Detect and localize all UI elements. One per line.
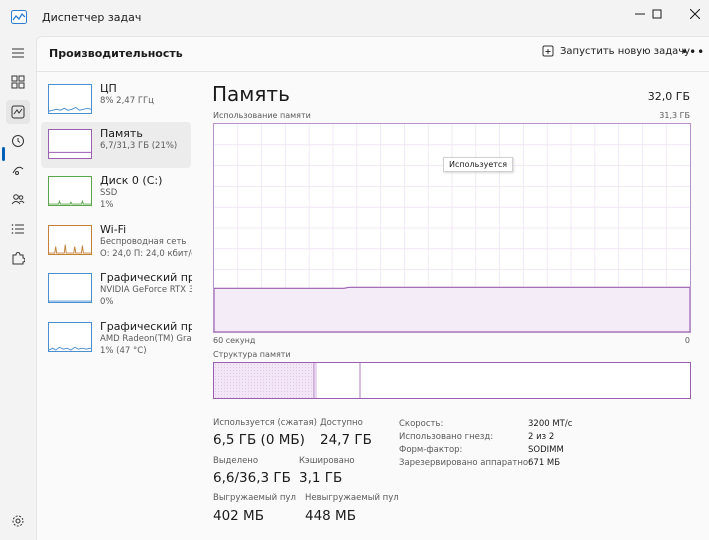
list-item-cpu[interactable]: ЦП 8% 2,47 ГГц (41, 77, 191, 123)
item-name: Память (100, 127, 143, 140)
cached-label: Кэшировано (299, 456, 355, 466)
form-factor-label: Форм-фактор: (399, 445, 463, 455)
details-list-icon (11, 224, 24, 234)
item-sub: 0% (100, 297, 114, 307)
list-item-disk[interactable]: Диск 0 (C:) SSD 1% (41, 169, 191, 215)
users-icon (11, 194, 25, 205)
item-sub: 8% 2,47 ГГц (100, 96, 154, 106)
memory-chart-svg (213, 124, 691, 333)
nav-processes[interactable] (6, 70, 30, 94)
memory-usage-area (213, 286, 691, 333)
chart-max-label: 31,3 ГБ (659, 111, 690, 120)
structure-label: Структура памяти (213, 350, 291, 359)
header-divider (37, 71, 709, 72)
hw-reserved-value: 671 МБ (528, 458, 561, 468)
committed-label: Выделено (213, 456, 259, 466)
performance-icon (11, 105, 25, 119)
list-item-gpu-0[interactable]: Графический про NVIDIA GeForce RTX 306 0… (41, 266, 192, 312)
processes-icon (11, 75, 25, 89)
more-options-button[interactable]: ••• (681, 45, 705, 59)
cached-value: 3,1 ГБ (299, 470, 343, 486)
structure-modified (315, 363, 317, 398)
available-label: Доступно (320, 418, 363, 428)
item-name: Графический про (100, 320, 192, 333)
item-name: Wi-Fi (100, 223, 127, 236)
hamburger-menu-button[interactable] (6, 41, 30, 65)
nav-settings[interactable] (6, 509, 30, 533)
nav-users[interactable] (6, 187, 30, 211)
nonpaged-pool-value: 448 МБ (305, 508, 356, 524)
committed-value: 6,6/36,3 ГБ (213, 470, 291, 486)
speed-value: 3200 MT/с (528, 419, 573, 429)
history-icon (12, 135, 24, 147)
hw-reserved-label: Зарезервировано аппаратно: (399, 458, 531, 468)
structure-in-use (214, 363, 314, 398)
run-task-icon (542, 45, 554, 57)
item-name: ЦП (100, 82, 117, 95)
item-sub: SSD (100, 188, 118, 198)
chart-tooltip: Используется (443, 157, 514, 172)
in-use-value: 6,5 ГБ (0 МБ) (213, 432, 305, 448)
page-title: Производительность (49, 47, 183, 60)
item-sub: AMD Radeon(TM) Graph (100, 334, 192, 344)
close-button[interactable] (672, 0, 709, 28)
memory-total: 32,0 ГБ (647, 90, 690, 103)
list-item-wifi[interactable]: Wi-Fi Беспроводная сеть О: 24,0 П: 24,0 … (41, 218, 192, 264)
memory-usage-chart (213, 123, 691, 333)
chart-label: Использование памяти (213, 111, 311, 120)
memory-sparkline (48, 129, 92, 159)
memory-title: Память (212, 82, 290, 106)
slots-value: 2 из 2 (528, 432, 555, 442)
services-puzzle-icon (12, 251, 25, 265)
item-sub: NVIDIA GeForce RTX 306 (100, 285, 192, 295)
item-name: Графический про (100, 271, 192, 284)
item-sub: 1% (100, 200, 114, 210)
close-icon (690, 9, 700, 19)
available-value: 24,7 ГБ (320, 432, 372, 448)
item-sub: О: 24,0 П: 24,0 кбит/с (100, 249, 192, 259)
item-sub: 6,7/31,3 ГБ (21%) (100, 141, 178, 151)
nav-services[interactable] (6, 246, 30, 270)
cpu-sparkline (48, 84, 92, 114)
gpu1-sparkline (48, 322, 92, 352)
axis-right-label: 0 (684, 336, 690, 345)
paged-pool-label: Выгружаемый пул (213, 493, 296, 503)
form-factor-value: SODIMM (528, 445, 564, 455)
memory-structure-bar (213, 362, 691, 399)
wifi-sparkline (48, 225, 92, 255)
run-task-label: Запустить новую задачу (560, 45, 691, 57)
nav-details[interactable] (6, 217, 30, 241)
settings-gear-icon (12, 515, 24, 527)
nav-rail (0, 36, 36, 540)
paged-pool-value: 402 МБ (213, 508, 264, 524)
disk-sparkline (48, 176, 92, 206)
run-new-task-button[interactable]: Запустить новую задачу (542, 45, 690, 57)
in-use-label: Используется (сжатая) (213, 418, 317, 428)
item-sub: Беспроводная сеть (100, 237, 187, 247)
nav-startup[interactable] (6, 158, 30, 182)
content-panel: Производительность Запустить новую задач… (36, 36, 709, 540)
structure-svg (214, 363, 361, 398)
slots-label: Использовано гнезд: (399, 432, 494, 442)
hamburger-icon (12, 48, 24, 58)
maximize-icon (652, 9, 662, 19)
speed-label: Скорость: (399, 419, 444, 429)
active-indicator (2, 147, 5, 161)
title-bar: Диспетчер задач (0, 0, 709, 36)
item-sub: 1% (47 °C) (100, 346, 147, 356)
list-item-memory[interactable]: Память 6,7/31,3 ГБ (21%) (41, 122, 191, 168)
nonpaged-pool-label: Невыгружаемый пул (305, 493, 399, 503)
window-title: Диспетчер задач (42, 11, 142, 24)
nav-performance[interactable] (6, 100, 30, 124)
axis-left-label: 60 секунд (213, 336, 256, 345)
startup-icon (12, 166, 24, 175)
gpu0-sparkline (48, 273, 92, 303)
nav-app-history[interactable] (6, 129, 30, 153)
list-item-gpu-1[interactable]: Графический про AMD Radeon(TM) Graph 1% … (41, 315, 192, 361)
item-name: Диск 0 (C:) (100, 174, 163, 187)
task-manager-icon (11, 10, 27, 24)
